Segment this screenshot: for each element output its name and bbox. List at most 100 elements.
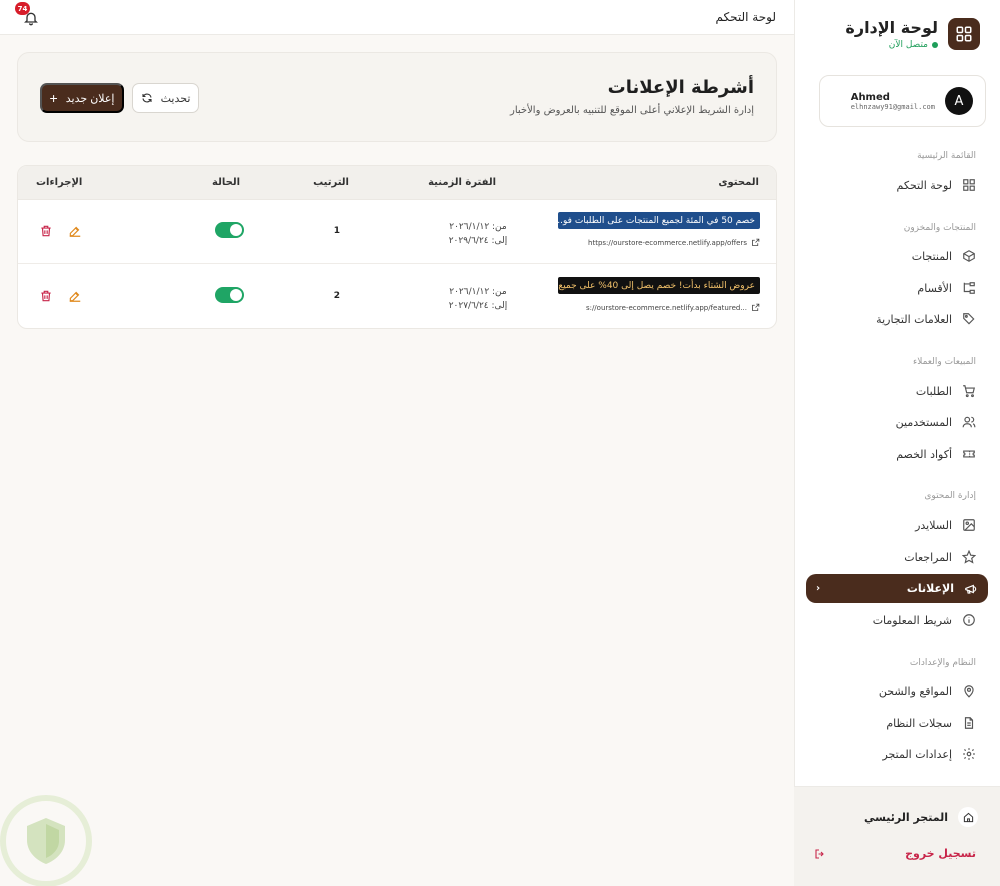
sidebar-item-info-bar[interactable]: شريط المعلومات xyxy=(814,606,986,634)
table-row: خصم 50 في المئة لجميع المنتجات على الطلب… xyxy=(18,200,776,264)
sidebar-item-logs[interactable]: سجلات النظام xyxy=(814,709,986,737)
brand-title: لوحة الإدارة xyxy=(845,18,938,37)
table-row: عروض الشتاء بدأت! خصم يصل إلى 40% على جم… xyxy=(18,265,776,328)
sidebar-item-products[interactable]: المنتجات xyxy=(814,242,986,270)
sidebar-item-label: إعدادات المتجر xyxy=(882,747,952,761)
sidebar-item-label: المواقع والشحن xyxy=(878,684,952,698)
sidebar-item-shipping[interactable]: المواقع والشحن xyxy=(814,677,986,705)
megaphone-icon xyxy=(965,584,977,594)
trash-icon[interactable] xyxy=(39,224,53,238)
brand: لوحة الإدارة متصل الآن xyxy=(845,18,980,50)
sidebar-item-orders[interactable]: الطلبات xyxy=(814,377,986,405)
period-to: إلى: ٢٠٢٧/٦/٢٤ xyxy=(448,301,508,311)
refresh-label: تحديث xyxy=(160,92,191,105)
sidebar-item-settings[interactable]: إعدادات المتجر xyxy=(814,740,986,768)
main-store-label: المتجر الرئيسي xyxy=(863,810,948,824)
page-title: أشرطة الإعلانات xyxy=(607,77,754,98)
users-icon xyxy=(962,416,976,428)
avatar: A xyxy=(945,87,973,115)
nav-section-products: المنتجات والمخزون xyxy=(903,223,976,233)
banner-preview: عروض الشتاء بدأت! خصم يصل إلى 40% على جم… xyxy=(558,277,760,294)
refresh-button[interactable]: تحديث xyxy=(132,83,199,113)
sidebar-item-label: الطلبات xyxy=(915,384,952,398)
status-toggle[interactable] xyxy=(215,287,244,303)
announcements-table: المحتوى الفترة الزمنية الترتيب الحالة ال… xyxy=(17,165,777,329)
grid-icon xyxy=(963,179,975,191)
box-icon xyxy=(963,250,975,262)
sidebar-item-label: شريط المعلومات xyxy=(872,613,952,627)
watermark-logo xyxy=(0,795,92,886)
period-cell: من: ٢٠٢٦/١/١٢ إلى: ٢٠٢٩/٦/٢٤ xyxy=(430,220,526,248)
online-status: متصل الآن xyxy=(845,40,938,50)
sidebar-item-categories[interactable]: الأقسام xyxy=(814,274,986,302)
user-card[interactable]: A Ahmed elhnzawy91@gmail.com xyxy=(819,75,986,127)
nav-section-content: إدارة المحتوى xyxy=(924,491,976,501)
add-announcement-label: إعلان جديد xyxy=(65,92,115,105)
main-store-link[interactable]: المتجر الرئيسي xyxy=(864,807,978,827)
user-name: Ahmed xyxy=(850,91,890,103)
cart-icon xyxy=(963,385,975,398)
sidebar-item-label: المنتجات xyxy=(911,249,952,263)
sidebar-item-label: المراجعات xyxy=(904,550,952,564)
notification-badge: 74 xyxy=(15,2,30,15)
status-toggle[interactable] xyxy=(215,222,244,238)
header-content: المحتوى xyxy=(718,177,759,188)
sidebar-item-label: لوحة التحكم xyxy=(896,178,952,192)
external-link-icon xyxy=(752,303,760,311)
period-from: من: ٢٠٢٦/١/١٢ xyxy=(449,222,507,232)
ticket-icon xyxy=(963,450,975,458)
banner-link-text: https://ourstore-ecommerce.netlify.app/o… xyxy=(588,238,747,247)
sidebar-item-reviews[interactable]: المراجعات xyxy=(814,543,986,571)
sidebar-item-dashboard[interactable]: لوحة التحكم xyxy=(814,171,986,199)
banner-link[interactable]: s://ourstore-ecommerce.netlify.app/featu… xyxy=(586,303,760,312)
plus-icon: + xyxy=(49,90,58,106)
sidebar-item-label: السلايدر xyxy=(915,518,952,532)
header-status: الحالة xyxy=(212,177,240,188)
page-header-card: أشرطة الإعلانات إدارة الشريط الإعلاني أع… xyxy=(17,52,777,142)
sidebar-item-label: العلامات التجارية xyxy=(876,312,952,326)
header-actions: الإجراءات xyxy=(36,177,83,188)
header-period: الفترة الزمنية xyxy=(428,177,496,188)
period-to: إلى: ٢٠٢٩/٦/٢٤ xyxy=(448,236,508,246)
refresh-icon xyxy=(142,93,152,103)
image-icon xyxy=(963,519,975,531)
sidebar: لوحة الإدارة متصل الآن A Ahmed elhnzawy9… xyxy=(794,0,1000,886)
status-dot-icon xyxy=(932,42,938,48)
sidebar-item-label: سجلات النظام xyxy=(886,716,952,730)
edit-icon[interactable] xyxy=(68,224,82,238)
sidebar-item-label: أكواد الخصم xyxy=(896,447,952,461)
order-cell: 1 xyxy=(333,226,340,236)
header-order: الترتيب xyxy=(313,177,349,188)
sidebar-item-announcements[interactable]: الإعلانات ‹ xyxy=(806,574,988,603)
top-bar: لوحة التحكم 74 xyxy=(0,0,794,35)
sidebar-item-label: الأقسام xyxy=(917,281,952,295)
trash-icon[interactable] xyxy=(39,289,53,303)
banner-link[interactable]: https://ourstore-ecommerce.netlify.app/o… xyxy=(588,238,760,247)
logout-button[interactable]: تسجيل خروج xyxy=(814,847,976,860)
sidebar-footer: المتجر الرئيسي تسجيل خروج xyxy=(794,786,1000,886)
logout-label: تسجيل خروج xyxy=(905,847,976,860)
period-cell: من: ٢٠٢٦/١/١٢ إلى: ٢٠٢٧/٦/٢٤ xyxy=(430,285,526,313)
banner-link-text: s://ourstore-ecommerce.netlify.app/featu… xyxy=(585,303,747,312)
chevron-left-icon: ‹ xyxy=(816,583,821,594)
star-icon xyxy=(962,550,976,564)
home-icon xyxy=(958,807,978,827)
sidebar-item-users[interactable]: المستخدمين xyxy=(814,408,986,436)
file-icon xyxy=(964,717,974,729)
nav-section-main: القائمة الرئيسية xyxy=(917,151,976,161)
tag-icon xyxy=(963,313,975,325)
topbar-title: لوحة التحكم xyxy=(715,10,777,24)
edit-icon[interactable] xyxy=(68,289,82,303)
period-from: من: ٢٠٢٦/١/١٢ xyxy=(449,287,507,297)
info-icon xyxy=(963,614,975,626)
sidebar-item-brands[interactable]: العلامات التجارية xyxy=(814,305,986,333)
map-pin-icon xyxy=(964,685,974,698)
gear-icon xyxy=(963,748,975,760)
sidebar-item-label: الإعلانات xyxy=(906,582,954,595)
logout-icon xyxy=(815,848,824,859)
status-label: متصل الآن xyxy=(888,40,928,50)
sidebar-item-coupons[interactable]: أكواد الخصم xyxy=(814,440,986,468)
nav-section-system: النظام والإعدادات xyxy=(909,658,976,668)
sidebar-item-slider[interactable]: السلايدر xyxy=(814,511,986,539)
add-announcement-button[interactable]: إعلان جديد + xyxy=(40,83,124,113)
